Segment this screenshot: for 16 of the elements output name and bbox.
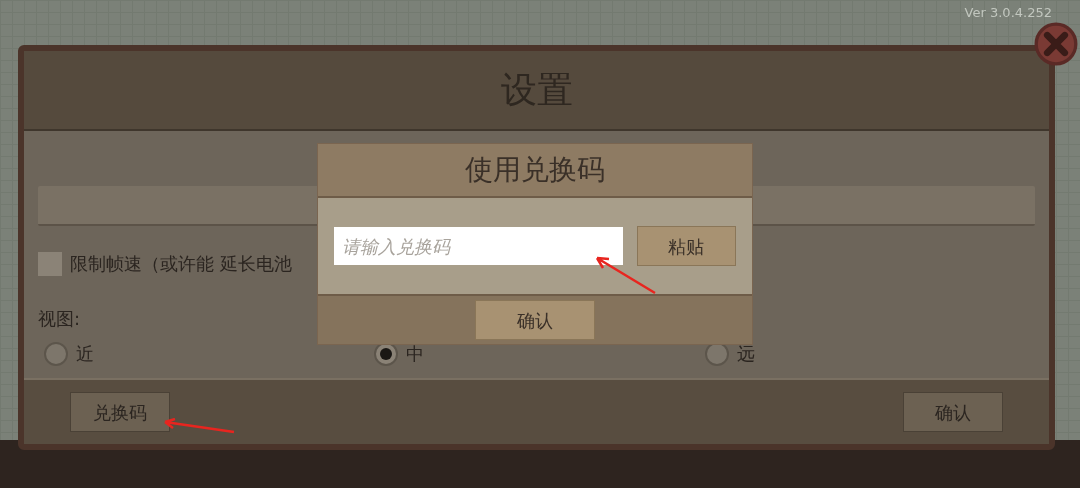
confirm-button[interactable]: 确认 [903, 392, 1003, 432]
radio-label: 中 [406, 342, 425, 366]
checkbox[interactable] [38, 251, 62, 276]
redeem-code-button[interactable]: 兑换码 [70, 392, 170, 432]
paste-button[interactable]: 粘贴 [636, 226, 736, 266]
radio-label: 远 [736, 342, 755, 366]
checkbox-label: 限制帧速（或许能 延长电池 [70, 252, 292, 276]
dialog-title: 使用兑换码 [465, 152, 605, 188]
radio-button[interactable] [44, 341, 68, 366]
view-label: 视图: [38, 307, 81, 331]
radio-label: 近 [76, 342, 94, 366]
dialog-confirm-button[interactable]: 确认 [475, 300, 595, 340]
redeem-code-field[interactable]: 请输入兑换码 [334, 227, 623, 265]
annotation-arrow [593, 255, 657, 295]
close-icon[interactable] [1034, 22, 1078, 66]
version-text: Ver 3.0.4.252 [964, 4, 1052, 22]
